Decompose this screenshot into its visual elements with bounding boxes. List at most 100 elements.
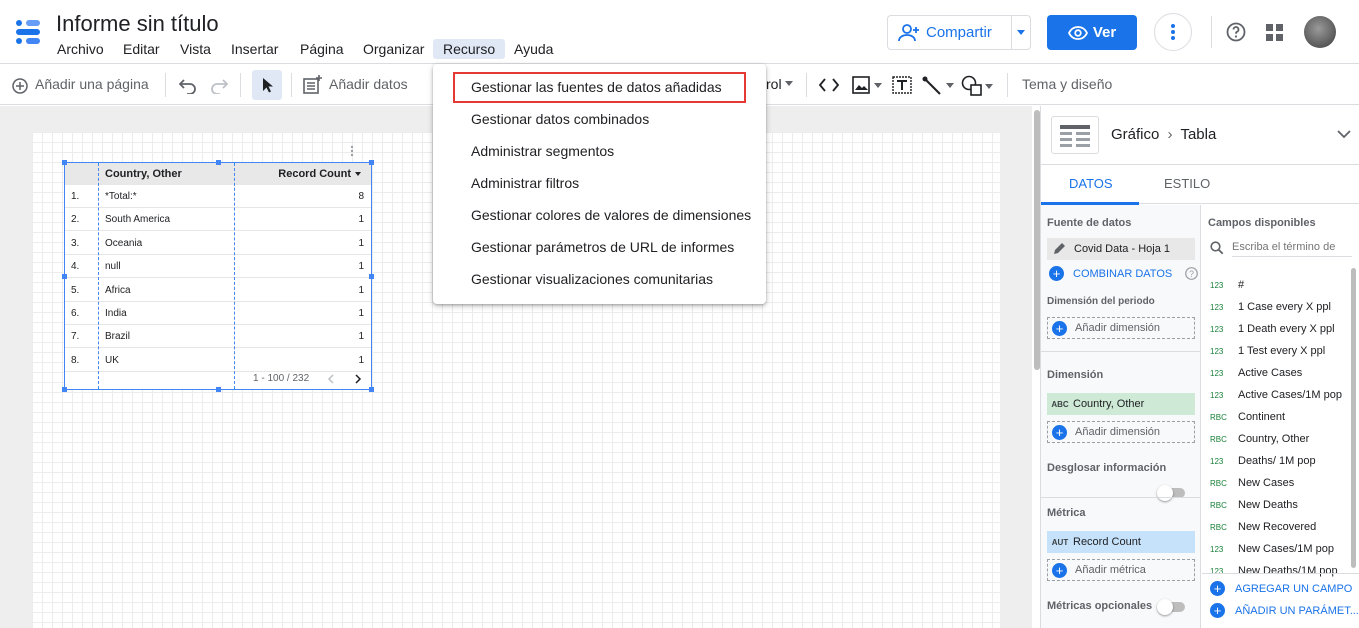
resize-handle[interactable] [369, 160, 374, 165]
report-title[interactable]: Informe sin título [56, 11, 219, 37]
next-page-icon[interactable] [354, 374, 362, 384]
add-metric-button[interactable]: + Añadir métrica [1047, 559, 1195, 581]
menu-insertar[interactable]: Insertar [231, 41, 278, 57]
line-icon[interactable] [922, 75, 956, 95]
share-dropdown-icon[interactable] [1011, 16, 1030, 49]
menu-item-dimension-colors[interactable]: Gestionar colores de valores de dimensio… [471, 207, 751, 223]
resize-handle[interactable] [216, 387, 221, 392]
menu-item-filters[interactable]: Administrar filtros [471, 175, 579, 191]
theme-layout-button[interactable]: Tema y diseño [1022, 76, 1112, 92]
redo-icon[interactable] [210, 76, 228, 94]
menu-archivo[interactable]: Archivo [57, 41, 104, 57]
data-source-chip[interactable]: Covid Data - Hoja 1 [1047, 238, 1195, 260]
resize-handle[interactable] [62, 160, 67, 165]
fields-scrollbar[interactable] [1351, 268, 1356, 568]
control-dropdown-icon[interactable] [785, 81, 793, 86]
field-type-tag: 123 [1210, 280, 1224, 290]
view-button[interactable]: Ver [1047, 15, 1137, 50]
share-button[interactable]: Compartir [887, 15, 1031, 50]
add-field-button[interactable]: + AGREGAR UN CAMPO [1210, 581, 1352, 596]
resize-handle[interactable] [369, 274, 374, 279]
field-type-tag: 123 [1210, 566, 1224, 576]
tab-style[interactable]: ESTILO [1164, 176, 1210, 191]
resize-handle[interactable] [62, 387, 67, 392]
menu-recurso[interactable]: Recurso [433, 39, 506, 59]
field-item[interactable]: 123 # [1210, 279, 1244, 291]
pencil-icon[interactable] [1052, 242, 1066, 256]
table-row[interactable]: 5. Africa 1 [65, 279, 371, 302]
menu-editar[interactable]: Editar [123, 41, 160, 57]
field-name: New Cases/1M pop [1238, 543, 1334, 555]
chart-drag-handle-icon[interactable] [349, 145, 355, 157]
add-data-button[interactable]: Añadir datos [329, 76, 408, 92]
table-row[interactable]: 4. null 1 [65, 255, 371, 279]
add-parameter-button[interactable]: + AÑADIR UN PARÁMET... [1210, 603, 1359, 618]
field-search-input[interactable] [1232, 237, 1352, 257]
menu-pagina[interactable]: Página [300, 41, 344, 57]
image-icon[interactable] [852, 76, 882, 94]
field-item[interactable]: 123 New Cases/1M pop [1210, 543, 1334, 555]
field-item[interactable]: 123 Deaths/ 1M pop [1210, 455, 1316, 467]
menu-item-url-params[interactable]: Gestionar parámetros de URL de informes [471, 239, 734, 255]
more-options-icon[interactable] [1154, 13, 1192, 51]
dimension-chip[interactable]: ABC Country, Other [1047, 393, 1195, 415]
menu-item-community-viz[interactable]: Gestionar visualizaciones comunitarias [471, 271, 713, 287]
data-studio-logo-icon[interactable] [14, 18, 42, 46]
field-item[interactable]: 123 New Deaths/1M pop [1210, 565, 1338, 577]
menu-vista[interactable]: Vista [180, 41, 211, 57]
blend-data-button[interactable]: + COMBINAR DATOS ? [1049, 266, 1199, 281]
sort-desc-icon[interactable] [355, 172, 361, 176]
field-item[interactable]: RBC New Deaths [1210, 499, 1298, 511]
table-row[interactable]: 6. India 1 [65, 302, 371, 325]
tab-data[interactable]: DATOS [1069, 176, 1113, 191]
field-item[interactable]: RBC New Cases [1210, 477, 1294, 489]
apps-grid-icon[interactable] [1266, 24, 1283, 41]
chevron-down-icon[interactable] [1337, 130, 1351, 139]
add-period-dimension-button[interactable]: + Añadir dimensión [1047, 317, 1195, 339]
table-row[interactable]: 7. Brazil 1 [65, 325, 371, 349]
shape-icon[interactable] [961, 75, 995, 97]
eye-icon [1067, 25, 1088, 40]
menu-item-segments[interactable]: Administrar segmentos [471, 143, 614, 159]
menu-item-manage-blends[interactable]: Gestionar datos combinados [471, 111, 649, 127]
table-row[interactable]: 1. *Total:* 8 [65, 185, 371, 208]
menu-organizar[interactable]: Organizar [363, 41, 424, 57]
field-item[interactable]: 123 Active Cases [1210, 367, 1302, 379]
help-icon[interactable] [1226, 22, 1246, 42]
table-row[interactable]: 3. Oceania 1 [65, 232, 371, 255]
resize-handle[interactable] [62, 274, 67, 279]
add-dimension-button[interactable]: + Añadir dimensión [1047, 421, 1195, 443]
table-chart[interactable]: Country, Other Record Count 1. *Total:* 8 2… [62, 160, 374, 392]
undo-icon[interactable] [179, 76, 197, 94]
embed-code-icon[interactable] [819, 76, 839, 94]
add-control-button[interactable]: rol [766, 76, 782, 92]
prev-page-icon[interactable] [327, 374, 335, 384]
plus-icon: + [1210, 581, 1225, 596]
add-page-button[interactable]: Añadir una página [35, 76, 149, 92]
resize-handle[interactable] [216, 160, 221, 165]
table-chart-type-icon[interactable] [1051, 116, 1099, 154]
avatar[interactable] [1304, 16, 1336, 48]
resize-handle[interactable] [369, 387, 374, 392]
optional-metrics-toggle[interactable] [1157, 599, 1185, 615]
field-item[interactable]: RBC Country, Other [1210, 433, 1309, 445]
table-row[interactable]: 8. UK 1 [65, 349, 371, 372]
field-item[interactable]: 123 1 Test every X ppl [1210, 345, 1325, 357]
field-name: Active Cases [1238, 367, 1303, 379]
help-icon[interactable]: ? [1185, 267, 1199, 280]
table-row[interactable]: 2. South America 1 [65, 208, 371, 232]
menu-item-manage-data-sources[interactable]: Gestionar las fuentes de datos añadidas [471, 79, 722, 95]
menu-ayuda[interactable]: Ayuda [514, 41, 553, 57]
divider [1202, 573, 1359, 574]
select-cursor-icon[interactable] [252, 70, 282, 100]
column-header-record-count[interactable]: Record Count [278, 168, 351, 180]
field-item[interactable]: RBC New Recovered [1210, 521, 1316, 533]
column-header-country[interactable]: Country, Other [105, 168, 182, 180]
field-item[interactable]: 123 Active Cases/1M pop [1210, 389, 1342, 401]
row-number: 3. [71, 237, 80, 249]
field-item[interactable]: RBC Continent [1210, 411, 1285, 423]
field-item[interactable]: 123 1 Death every X ppl [1210, 323, 1335, 335]
metric-chip[interactable]: AUT Record Count [1047, 531, 1195, 553]
text-box-icon[interactable] [892, 76, 912, 94]
field-item[interactable]: 123 1 Case every X ppl [1210, 301, 1331, 313]
